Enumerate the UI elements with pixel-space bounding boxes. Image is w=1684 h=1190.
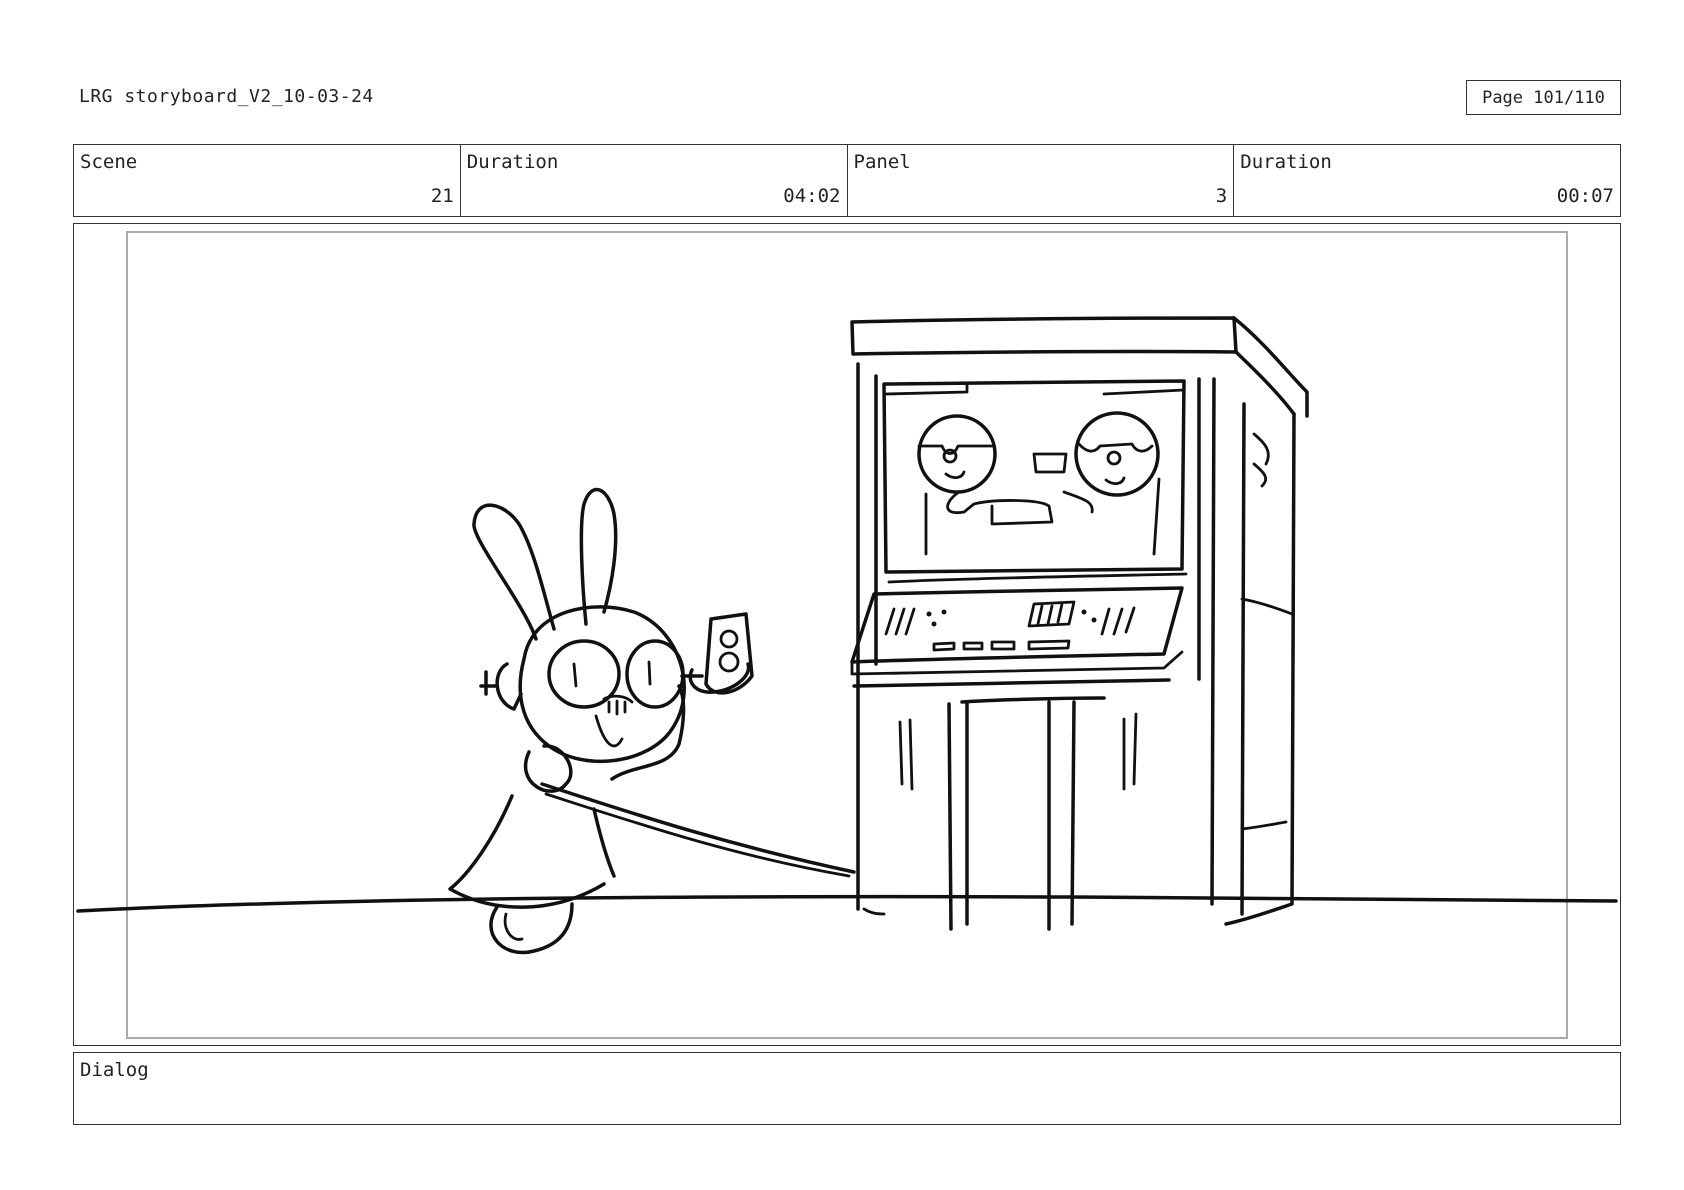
machine-control-panel <box>850 586 1184 664</box>
scene-duration-label: Duration <box>466 151 559 173</box>
scene-value: 21 <box>430 185 454 207</box>
scene-duration-cell: Duration 04:02 <box>461 145 848 216</box>
bunny-character <box>448 487 856 955</box>
arcade-machine <box>850 316 1309 931</box>
bunny-cable <box>540 782 856 874</box>
bunny-foot <box>489 902 574 955</box>
panel-duration-label: Duration <box>1240 151 1332 173</box>
panel-duration-cell: Duration 00:07 <box>1234 145 1620 216</box>
panel-info-row: Scene 21 Duration 04:02 Panel 3 Duration… <box>73 144 1621 217</box>
ground-line <box>76 894 1618 913</box>
storyboard-panel <box>73 223 1621 1046</box>
panel-value: 3 <box>1215 185 1228 207</box>
panel-cell: Panel 3 <box>848 145 1235 216</box>
bunny-right-ear <box>579 487 618 626</box>
scene-duration-value: 04:02 <box>783 185 841 207</box>
bunny-glasses-right <box>625 639 685 709</box>
page-indicator: Page 101/110 <box>1466 80 1621 115</box>
dialog-label: Dialog <box>80 1059 149 1081</box>
machine-top <box>850 316 1238 356</box>
machine-screen <box>882 379 1186 574</box>
bunny-left-ear <box>472 503 556 641</box>
bunny-dress <box>448 794 616 909</box>
scene-cell: Scene 21 <box>74 145 461 216</box>
panel-sketch <box>76 316 1618 955</box>
panel-label: Panel <box>853 151 911 173</box>
bunny-head <box>518 605 686 764</box>
document-title: LRG storyboard_V2_10-03-24 <box>79 86 374 107</box>
scene-label: Scene <box>80 151 138 173</box>
panel-duration-value: 00:07 <box>1556 185 1614 207</box>
dialog-box: Dialog <box>73 1052 1621 1125</box>
